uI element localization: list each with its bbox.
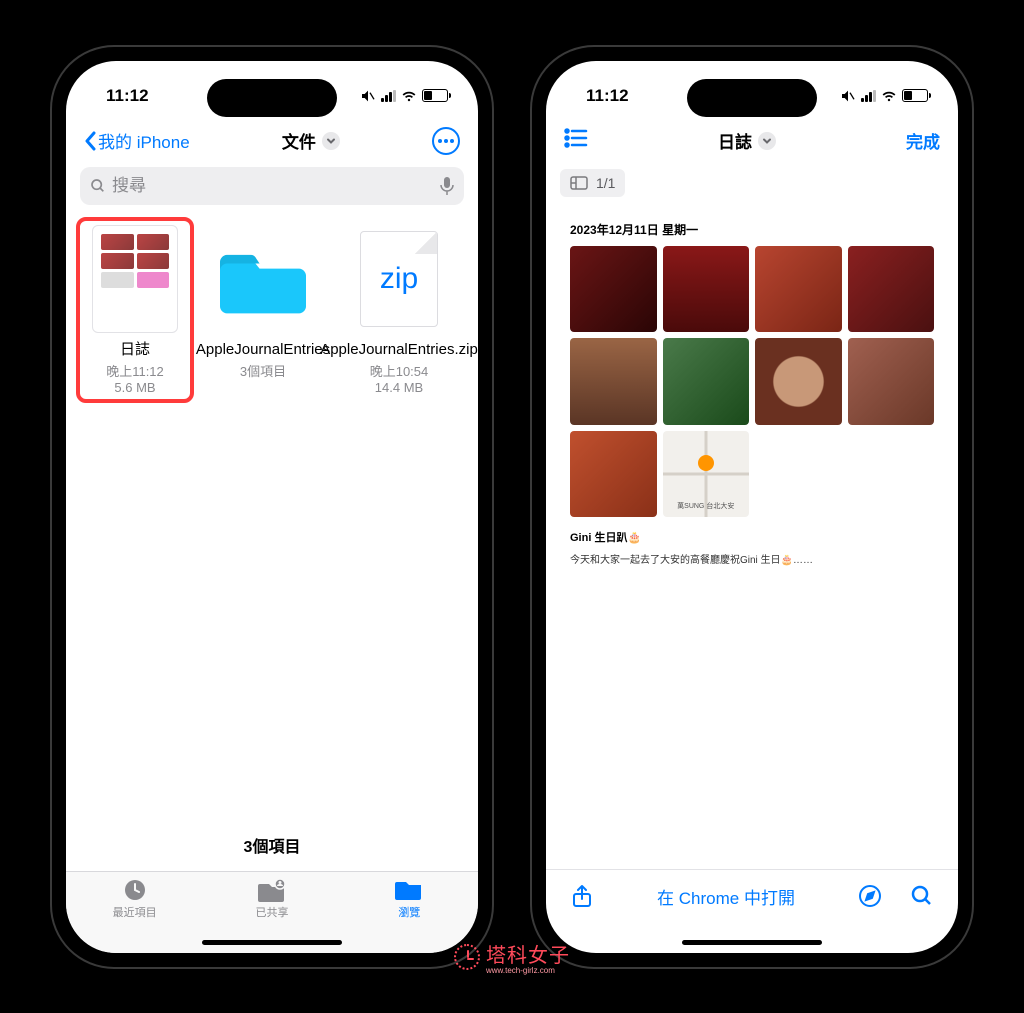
search-button[interactable]	[910, 884, 934, 908]
nav-title[interactable]: 日誌	[718, 128, 776, 153]
file-size: 14.4 MB	[375, 380, 423, 395]
file-name: 日誌	[120, 341, 150, 359]
folder-thumb	[220, 225, 306, 333]
home-indicator[interactable]	[202, 940, 342, 945]
nav-bar: 日誌 完成	[546, 119, 958, 167]
list-icon	[564, 128, 588, 148]
nav-title[interactable]: 文件	[282, 128, 340, 153]
file-name: AppleJournalEntries	[196, 341, 330, 359]
share-button[interactable]	[570, 884, 594, 908]
toolbar-right	[858, 884, 934, 908]
more-button[interactable]	[432, 127, 460, 155]
file-item-folder[interactable]: AppleJournalEntries 3個項目	[204, 225, 322, 395]
list-button[interactable]	[564, 128, 588, 153]
zip-thumb: zip	[356, 225, 442, 333]
watermark: 塔科女子 www.tech-girlz.com	[454, 939, 570, 975]
search-icon	[90, 178, 106, 194]
title-text: 文件	[282, 128, 316, 153]
journal-photo	[848, 246, 935, 333]
status-icons	[360, 88, 448, 104]
watermark-text: 塔科女子	[486, 945, 570, 967]
journal-photo	[570, 431, 657, 518]
journal-date: 2023年12月11日 星期一	[570, 221, 934, 238]
items-summary: 3個項目	[66, 823, 478, 871]
search-bar[interactable]	[80, 167, 464, 205]
shared-folder-icon	[258, 878, 286, 902]
screen-left: 11:12 我的 iPhone 文件	[66, 61, 478, 953]
status-time: 11:12	[96, 86, 149, 106]
battery-icon	[422, 89, 448, 102]
journal-photo	[570, 338, 657, 425]
back-button[interactable]: 我的 iPhone	[84, 128, 190, 153]
tab-label: 最近項目	[113, 904, 157, 920]
file-meta: 3個項目	[240, 361, 286, 380]
folder-icon	[220, 239, 306, 319]
file-item-zip[interactable]: zip AppleJournalEntries.zip 晚上10:54 14.4…	[340, 225, 458, 395]
file-item-journal[interactable]: 日誌 晚上11:12 5.6 MB	[76, 217, 194, 403]
map-pin-icon	[698, 455, 714, 471]
chevron-down-icon	[758, 132, 776, 150]
title-text: 日誌	[718, 128, 752, 153]
journal-entry-title: Gini 生日趴🎂	[570, 529, 934, 545]
screen-right: 11:12 日誌 完成 1/1 20	[546, 61, 958, 953]
journal-content[interactable]: 2023年12月11日 星期一 萬SUNG 台北大安 Gini 生日趴🎂 今天和…	[546, 205, 958, 583]
folder-icon	[395, 878, 423, 902]
notch	[687, 79, 817, 117]
page-indicator-text: 1/1	[596, 175, 615, 191]
signal-icon	[381, 90, 396, 102]
tab-label: 瀏覽	[398, 904, 420, 920]
file-size: 5.6 MB	[114, 380, 155, 395]
map-label: 萬SUNG 台北大安	[663, 501, 750, 511]
nav-bar: 我的 iPhone 文件	[66, 119, 478, 167]
journal-photo	[848, 338, 935, 425]
journal-entry-body: 今天和大家一起去了大安的高餐廳慶祝Gini 生日🎂……	[570, 551, 934, 566]
watermark-icon	[454, 944, 480, 970]
open-in-chrome-button[interactable]: 在 Chrome 中打開	[657, 884, 795, 909]
battery-icon	[902, 89, 928, 102]
markup-button[interactable]	[858, 884, 882, 908]
ellipsis-icon	[438, 139, 454, 143]
chevron-left-icon	[84, 131, 96, 151]
signal-icon	[861, 90, 876, 102]
mute-icon	[840, 88, 856, 104]
tab-label: 已共享	[255, 904, 288, 920]
home-indicator[interactable]	[682, 940, 822, 945]
photo-grid: 萬SUNG 台北大安	[570, 246, 934, 518]
mic-icon[interactable]	[440, 177, 454, 195]
journal-photo	[663, 246, 750, 333]
file-meta: 晚上10:54	[370, 361, 429, 380]
wifi-icon	[881, 90, 897, 102]
notch	[207, 79, 337, 117]
journal-map: 萬SUNG 台北大安	[663, 431, 750, 518]
done-button[interactable]: 完成	[906, 128, 940, 153]
watermark-sub: www.tech-girlz.com	[486, 966, 570, 975]
page-indicator-chip[interactable]: 1/1	[560, 169, 625, 197]
journal-photo	[663, 338, 750, 425]
status-time: 11:12	[576, 86, 629, 106]
chevron-down-icon	[322, 132, 340, 150]
mute-icon	[360, 88, 376, 104]
contact-sheet-icon	[570, 176, 588, 190]
clock-icon	[121, 878, 149, 902]
search-input[interactable]	[112, 176, 434, 196]
file-thumb-doc	[92, 225, 178, 333]
journal-photo	[755, 338, 842, 425]
tab-recent[interactable]: 最近項目	[66, 878, 203, 953]
status-icons	[840, 88, 928, 104]
file-meta: 晚上11:12	[106, 361, 164, 380]
phone-left: 11:12 我的 iPhone 文件	[52, 47, 492, 967]
wifi-icon	[401, 90, 417, 102]
phone-right: 11:12 日誌 完成 1/1 20	[532, 47, 972, 967]
file-grid: 日誌 晚上11:12 5.6 MB AppleJournalEntries 3個…	[66, 217, 478, 403]
file-name: AppleJournalEntries.zip	[320, 341, 478, 359]
journal-photo	[570, 246, 657, 333]
journal-photo	[755, 246, 842, 333]
back-label: 我的 iPhone	[98, 128, 190, 153]
